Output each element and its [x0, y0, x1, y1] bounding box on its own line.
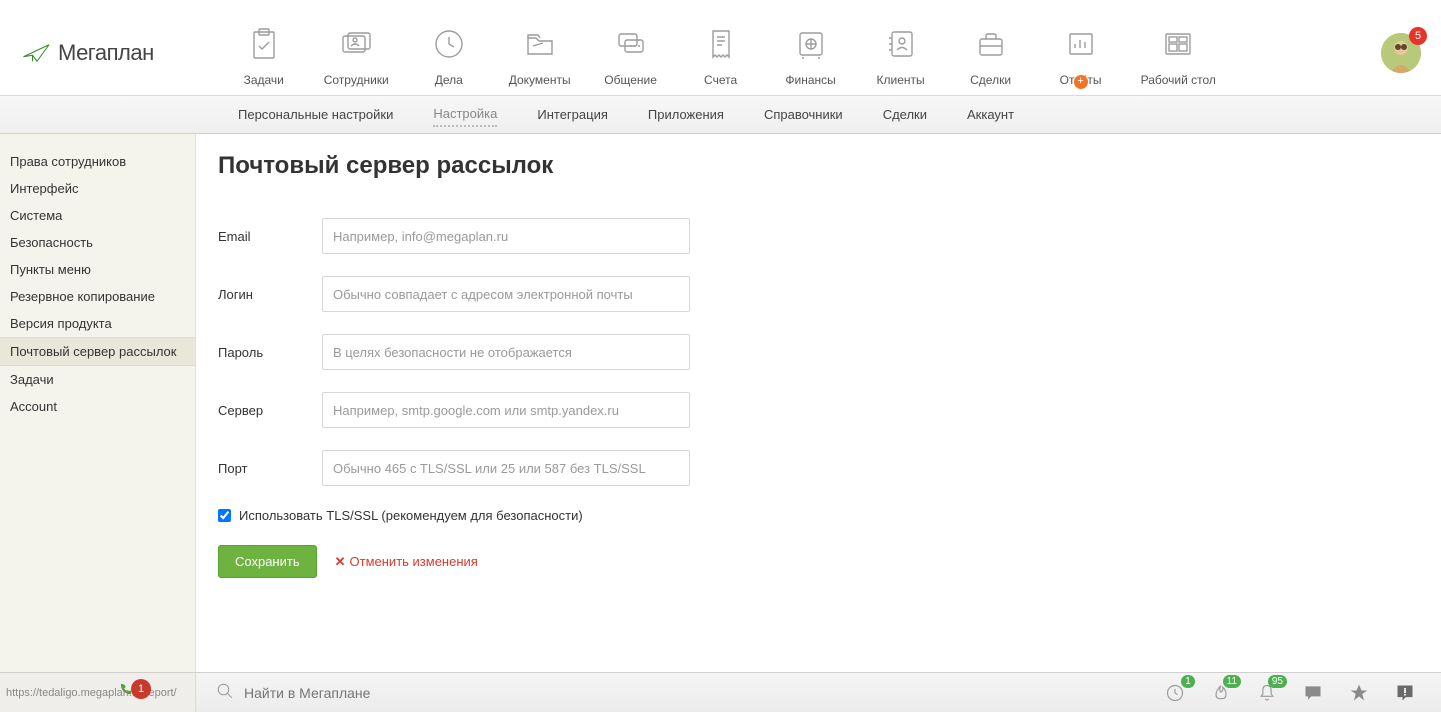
- nav-desktop[interactable]: Рабочий стол: [1141, 19, 1216, 87]
- sidebar-item-interface[interactable]: Интерфейс: [0, 175, 195, 202]
- sidebar-item-backup[interactable]: Резервное копирование: [0, 283, 195, 310]
- chat-icon: [613, 26, 649, 62]
- label-login: Логин: [218, 287, 322, 302]
- login-field[interactable]: [322, 276, 690, 312]
- label-email: Email: [218, 229, 322, 244]
- settings-sidebar: Права сотрудников Интерфейс Система Безо…: [0, 134, 196, 672]
- port-field[interactable]: [322, 450, 690, 486]
- id-card-icon: [338, 26, 374, 62]
- tab-personal-settings[interactable]: Персональные настройки: [238, 103, 393, 126]
- message-icon[interactable]: [1303, 683, 1323, 703]
- user-avatar[interactable]: 5: [1381, 33, 1421, 73]
- url-preview: https://tedaligo.megaplan.ru/report/ 1: [0, 673, 196, 712]
- sidebar-item-version[interactable]: Версия продукта: [0, 310, 195, 337]
- notification-badge: 5: [1409, 27, 1427, 45]
- nav-reports[interactable]: Отчёты +: [1051, 19, 1111, 87]
- tls-checkbox[interactable]: [218, 509, 231, 522]
- close-icon: ✕: [335, 554, 346, 570]
- tab-integration[interactable]: Интеграция: [537, 103, 608, 126]
- tab-directories[interactable]: Справочники: [764, 103, 843, 126]
- nav-clients[interactable]: Клиенты: [871, 19, 931, 87]
- clock-icon: [431, 26, 467, 62]
- sidebar-item-system[interactable]: Система: [0, 202, 195, 229]
- sidebar-item-tasks[interactable]: Задачи: [0, 366, 195, 393]
- fire-icon[interactable]: 11: [1211, 683, 1231, 703]
- bell-badge: 95: [1268, 675, 1287, 688]
- bottom-bar: https://tedaligo.megaplan.ru/report/ 1 1…: [0, 672, 1441, 712]
- contacts-icon: [883, 26, 919, 62]
- clock-notification-icon[interactable]: 1: [1165, 683, 1185, 703]
- folder-icon: [522, 26, 558, 62]
- sub-tabs: Персональные настройки Настройка Интегра…: [0, 96, 1441, 134]
- sidebar-item-account[interactable]: Account: [0, 393, 195, 420]
- sidebar-item-mailserver[interactable]: Почтовый сервер рассылок: [0, 337, 195, 366]
- server-field[interactable]: [322, 392, 690, 428]
- cancel-button[interactable]: ✕ Отменить изменения: [335, 554, 478, 570]
- nav-documents[interactable]: Документы: [509, 19, 571, 87]
- chart-icon: [1063, 26, 1099, 62]
- clock-badge: 1: [1181, 675, 1195, 688]
- clipboard-icon: [246, 26, 282, 62]
- search-icon: [216, 682, 234, 703]
- star-icon[interactable]: [1349, 683, 1369, 703]
- receipt-icon: [703, 26, 739, 62]
- tab-account[interactable]: Аккаунт: [967, 103, 1014, 126]
- tab-deals[interactable]: Сделки: [883, 103, 927, 126]
- bell-icon[interactable]: 95: [1257, 683, 1277, 703]
- search-input[interactable]: [244, 685, 544, 701]
- email-field[interactable]: [322, 218, 690, 254]
- logo[interactable]: Мегаплан: [22, 40, 154, 66]
- sidebar-item-security[interactable]: Безопасность: [0, 229, 195, 256]
- nav-deals-calendar[interactable]: Дела: [419, 19, 479, 87]
- nav-employees[interactable]: Сотрудники: [324, 19, 389, 87]
- safe-icon: [793, 26, 829, 62]
- tab-apps[interactable]: Приложения: [648, 103, 724, 126]
- tls-label: Использовать TLS/SSL (рекомендуем для бе…: [239, 508, 583, 523]
- nav-chat[interactable]: Общение: [601, 19, 661, 87]
- top-nav: Мегаплан Задачи Сотрудники Дела Документ…: [0, 0, 1441, 96]
- content-area: Почтовый сервер рассылок Email Логин Пар…: [196, 134, 1441, 672]
- label-server: Сервер: [218, 403, 322, 418]
- plus-icon[interactable]: +: [1074, 75, 1088, 89]
- logo-icon: [22, 41, 52, 65]
- nav-finance[interactable]: Финансы: [781, 19, 841, 87]
- page-title: Почтовый сервер рассылок: [218, 152, 1441, 180]
- dashboard-icon: [1160, 26, 1196, 62]
- label-password: Пароль: [218, 345, 322, 360]
- briefcase-icon: [973, 26, 1009, 62]
- sidebar-item-menu[interactable]: Пункты меню: [0, 256, 195, 283]
- label-port: Порт: [218, 461, 322, 476]
- logo-text: Мегаплан: [58, 40, 154, 66]
- phone-badge: 1: [131, 679, 151, 699]
- tab-settings[interactable]: Настройка: [433, 102, 497, 127]
- save-button[interactable]: Сохранить: [218, 545, 317, 578]
- nav-tasks[interactable]: Задачи: [234, 19, 294, 87]
- fire-badge: 11: [1223, 675, 1241, 688]
- feedback-icon[interactable]: [1395, 683, 1415, 703]
- nav-deals[interactable]: Сделки: [961, 19, 1021, 87]
- sidebar-item-rights[interactable]: Права сотрудников: [0, 148, 195, 175]
- password-field[interactable]: [322, 334, 690, 370]
- nav-invoices[interactable]: Счета: [691, 19, 751, 87]
